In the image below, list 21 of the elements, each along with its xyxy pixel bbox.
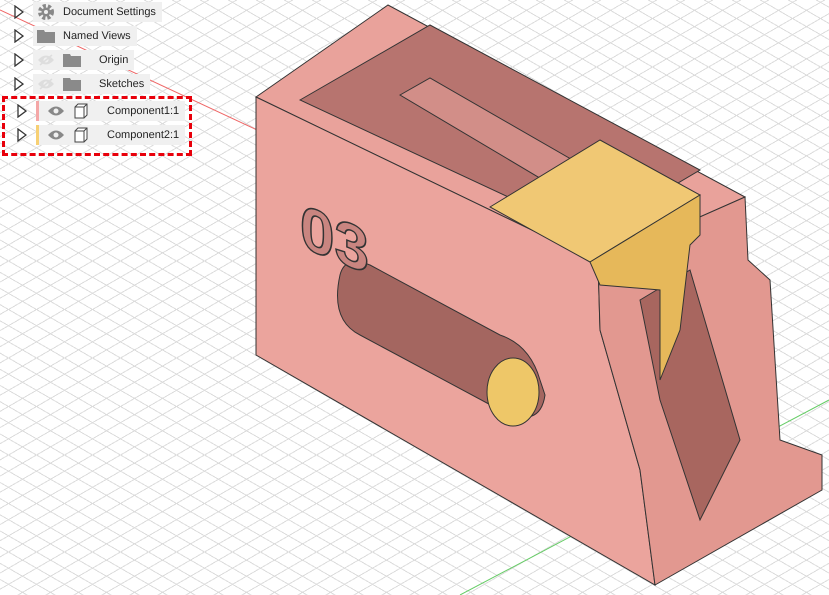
folder-icon <box>37 29 55 43</box>
expand-triangle-icon[interactable] <box>14 77 24 91</box>
engraved-number: 03 <box>300 190 369 288</box>
browser-item[interactable]: Component2:1 <box>36 125 186 145</box>
visibility-icon[interactable] <box>47 129 65 141</box>
expand-triangle-icon[interactable] <box>17 104 27 118</box>
browser-item[interactable]: Document Settings <box>33 2 162 22</box>
browser-item[interactable]: Sketches <box>33 74 150 94</box>
expand-triangle-icon[interactable] <box>14 29 24 43</box>
expand-triangle-icon[interactable] <box>17 128 27 142</box>
browser-item[interactable]: Component1:1 <box>36 101 186 121</box>
expand-triangle-icon[interactable] <box>14 53 24 67</box>
visibility-icon[interactable] <box>47 105 65 117</box>
expand-triangle-icon[interactable] <box>14 5 24 19</box>
browser-item[interactable]: Named Views <box>33 26 137 46</box>
folder-icon <box>63 53 81 67</box>
browser-item[interactable]: Origin <box>33 50 134 70</box>
cube-icon <box>73 103 89 119</box>
folder-icon <box>63 77 81 91</box>
gear-icon <box>37 3 55 21</box>
cube-icon <box>73 127 89 143</box>
